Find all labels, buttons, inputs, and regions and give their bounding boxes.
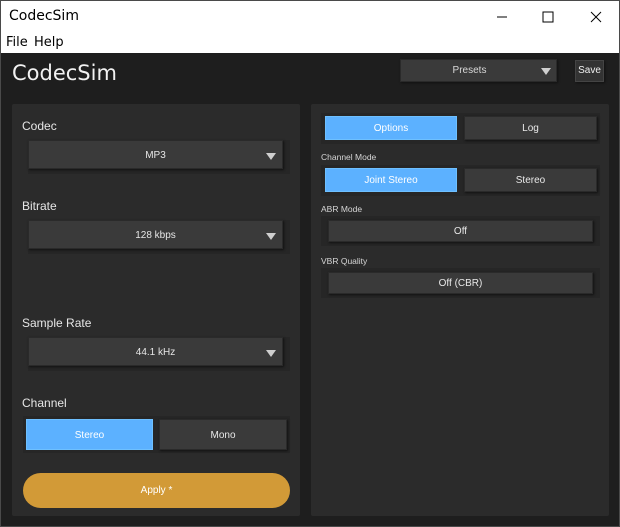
sample-rate-label: Sample Rate bbox=[22, 316, 92, 330]
channel-mode-joint-stereo-button[interactable]: Joint Stereo bbox=[325, 168, 457, 192]
title-bar: CodecSim bbox=[1, 1, 619, 32]
channel-mono-button[interactable]: Mono bbox=[159, 419, 287, 450]
window-title: CodecSim bbox=[9, 8, 79, 24]
channel-stereo-button[interactable]: Stereo bbox=[26, 419, 153, 450]
vbr-quality-button[interactable]: Off (CBR) bbox=[328, 272, 593, 294]
channel-mode-stereo-button[interactable]: Stereo bbox=[464, 168, 597, 192]
sample-rate-dropdown-frame: 44.1 kHz bbox=[28, 337, 290, 371]
presets-label: Presets bbox=[452, 65, 487, 76]
bitrate-dropdown[interactable]: 128 kbps bbox=[28, 220, 283, 249]
tab-options[interactable]: Options bbox=[325, 116, 457, 140]
close-button[interactable] bbox=[573, 1, 619, 32]
channel-label: Channel bbox=[22, 396, 67, 410]
chevron-down-icon bbox=[266, 153, 276, 160]
app-window: CodecSim File Help CodecSim Presets Save… bbox=[0, 0, 620, 527]
chevron-down-icon bbox=[266, 233, 276, 240]
maximize-button[interactable] bbox=[525, 1, 571, 32]
codec-dropdown-frame: MP3 bbox=[28, 140, 290, 174]
sample-rate-dropdown[interactable]: 44.1 kHz bbox=[28, 337, 283, 366]
codec-label: Codec bbox=[22, 119, 57, 133]
codec-value: MP3 bbox=[145, 150, 166, 161]
channel-mode-label: Channel Mode bbox=[321, 152, 377, 162]
abr-mode-label: ABR Mode bbox=[321, 204, 363, 214]
tab-log[interactable]: Log bbox=[464, 116, 597, 140]
save-button[interactable]: Save bbox=[575, 60, 604, 82]
sample-rate-value: 44.1 kHz bbox=[135, 347, 176, 358]
presets-dropdown[interactable]: Presets bbox=[400, 59, 557, 82]
bitrate-value: 128 kbps bbox=[135, 230, 176, 241]
close-icon bbox=[590, 11, 602, 22]
bitrate-label: Bitrate bbox=[22, 199, 57, 213]
menu-bar: File Help bbox=[1, 32, 619, 53]
maximize-icon bbox=[542, 11, 554, 22]
minimize-icon bbox=[497, 16, 507, 17]
bitrate-dropdown-frame: 128 kbps bbox=[28, 220, 290, 254]
app-title: CodecSim bbox=[12, 61, 117, 85]
chevron-down-icon bbox=[541, 68, 551, 75]
abr-mode-button[interactable]: Off bbox=[328, 220, 593, 242]
menu-help[interactable]: Help bbox=[34, 35, 64, 50]
menu-file[interactable]: File bbox=[6, 35, 28, 50]
chevron-down-icon bbox=[266, 350, 276, 357]
minimize-button[interactable] bbox=[479, 1, 525, 32]
apply-button[interactable]: Apply * bbox=[23, 473, 290, 508]
vbr-quality-label: VBR Quality bbox=[321, 256, 368, 266]
codec-dropdown[interactable]: MP3 bbox=[28, 140, 283, 169]
